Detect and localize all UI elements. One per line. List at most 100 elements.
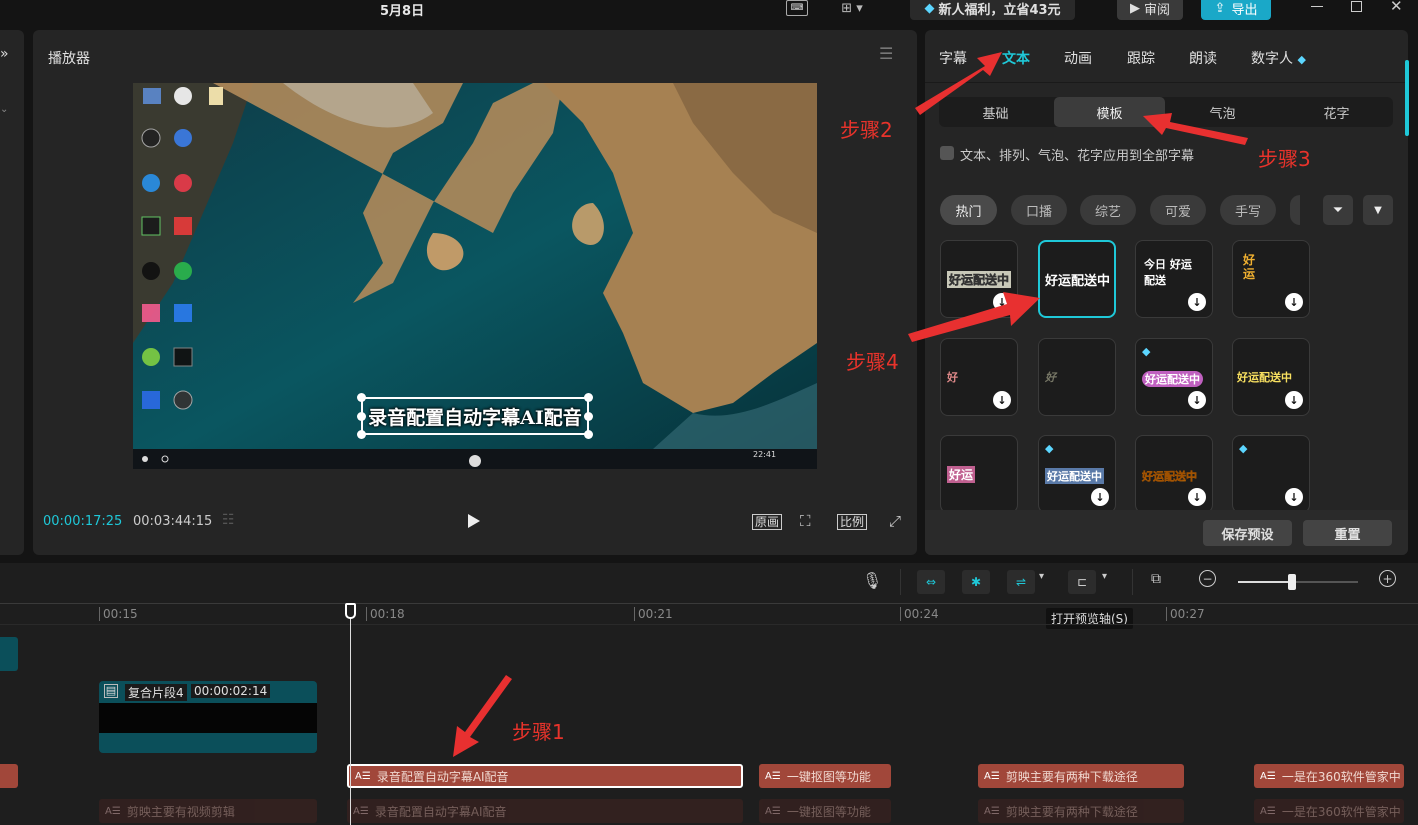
- ghost-text-clip[interactable]: A☰ 剪映主要有视频剪辑: [99, 799, 317, 823]
- template-card[interactable]: 好 运 ↓: [1232, 240, 1310, 318]
- resize-handle[interactable]: [584, 393, 593, 402]
- segment-template[interactable]: 模板: [1054, 97, 1165, 127]
- segment-bubble[interactable]: 气泡: [1166, 97, 1279, 127]
- template-card[interactable]: 好运配送中 ↓: [1232, 338, 1310, 416]
- text-clip[interactable]: A☰ 一是在360软件管家中: [1254, 764, 1404, 788]
- review-button[interactable]: ▶ 审阅: [1117, 0, 1183, 20]
- tab-reading[interactable]: 朗读: [1189, 48, 1217, 68]
- close-icon[interactable]: ✕: [1390, 0, 1403, 15]
- ghost-text-clip[interactable]: A☰ 录音配置自动字幕AI配音: [347, 799, 743, 823]
- export-label: 导出: [1231, 2, 1258, 18]
- chevron-down-icon[interactable]: ▾: [1102, 571, 1107, 582]
- chevron-down-icon[interactable]: ▾: [1039, 571, 1044, 582]
- chevron-down-icon[interactable]: ⌄: [0, 104, 8, 115]
- export-button[interactable]: ⇪ 导出: [1201, 0, 1271, 20]
- apply-all-checkbox[interactable]: [940, 146, 954, 160]
- template-card[interactable]: 好 ↓: [940, 338, 1018, 416]
- text-clip-fragment[interactable]: [0, 764, 18, 788]
- promo-button[interactable]: ◆ 新人福利，立省43元: [910, 0, 1075, 20]
- fit-timeline-icon[interactable]: ⧉: [1151, 571, 1161, 587]
- list-icon[interactable]: ☷: [222, 512, 235, 528]
- template-preview-text: 好运配送中: [1142, 470, 1197, 483]
- template-card[interactable]: 好运: [940, 435, 1018, 513]
- template-preview-text: 好运配送中: [1142, 371, 1203, 387]
- linkage-icon[interactable]: ⇌: [1007, 570, 1035, 594]
- template-card[interactable]: 好运配送中 ↓: [940, 240, 1018, 318]
- minimize-icon[interactable]: [1311, 6, 1323, 7]
- resize-handle[interactable]: [584, 412, 593, 421]
- ghost-text-clip[interactable]: A☰ 剪映主要有两种下载途径: [978, 799, 1184, 823]
- template-card[interactable]: ◆ 好运配送中 ↓: [1135, 338, 1213, 416]
- download-icon[interactable]: ↓: [1188, 391, 1206, 409]
- template-card-selected[interactable]: 好运配送中: [1038, 240, 1116, 318]
- download-icon[interactable]: ↓: [1188, 488, 1206, 506]
- zoom-out-icon[interactable]: −: [1199, 570, 1216, 587]
- ruler-tick: 00:27: [1166, 607, 1205, 621]
- expand-icon[interactable]: »: [0, 46, 9, 62]
- chip-cute[interactable]: 可爱: [1150, 195, 1206, 225]
- menu-icon[interactable]: ☰: [879, 44, 893, 63]
- tab-tracking[interactable]: 跟踪: [1127, 48, 1155, 68]
- original-quality-button[interactable]: 原画: [752, 514, 783, 530]
- template-card[interactable]: 好: [1038, 338, 1116, 416]
- zoom-slider-thumb[interactable]: [1288, 574, 1296, 590]
- chip-speech[interactable]: 口播: [1011, 195, 1067, 225]
- resize-handle[interactable]: [357, 430, 366, 439]
- segment-fancy-text[interactable]: 花字: [1280, 97, 1393, 127]
- save-preset-button[interactable]: 保存预设: [1203, 520, 1292, 546]
- resize-handle[interactable]: [584, 430, 593, 439]
- layout-icon[interactable]: ⊞ ▾: [832, 0, 872, 18]
- chip-hot[interactable]: 热门: [940, 195, 997, 225]
- main-track-magnet-icon[interactable]: ⇔: [917, 570, 945, 594]
- download-icon[interactable]: ↓: [1188, 293, 1206, 311]
- text-clip-label: 录音配置自动字幕AI配音: [376, 769, 509, 784]
- tab-text[interactable]: 文本: [1002, 48, 1030, 68]
- download-icon[interactable]: ↓: [1091, 488, 1109, 506]
- template-card[interactable]: 好运配送中 ↓: [1135, 435, 1213, 513]
- reset-button[interactable]: 重置: [1303, 520, 1392, 546]
- segment-basic[interactable]: 基础: [939, 97, 1052, 127]
- template-card[interactable]: 今日 好运 配送 ↓: [1135, 240, 1213, 318]
- chip-variety[interactable]: 综艺: [1080, 195, 1136, 225]
- scrollbar[interactable]: [1405, 60, 1409, 136]
- play-button[interactable]: [468, 514, 480, 528]
- video-preview[interactable]: 22:41 录音配置自动字幕AI配音: [133, 83, 817, 469]
- text-clip[interactable]: A☰ 一键抠图等功能: [759, 764, 891, 788]
- tab-subtitle[interactable]: 字幕: [939, 48, 967, 68]
- playhead-handle[interactable]: [345, 603, 356, 619]
- fullscreen-icon[interactable]: ⤢: [889, 512, 901, 530]
- resize-handle[interactable]: [357, 393, 366, 402]
- resize-handle[interactable]: [357, 412, 366, 421]
- video-clip-fragment[interactable]: [0, 637, 18, 671]
- text-clip[interactable]: A☰ 剪映主要有两种下载途径: [978, 764, 1184, 788]
- ratio-button[interactable]: 比例: [837, 514, 868, 530]
- compound-clip[interactable]: ▤ 复合片段4 00:00:02:14: [99, 681, 317, 753]
- restore-icon[interactable]: [1351, 1, 1362, 12]
- text-clip-label: 一是在360软件管家中: [1281, 769, 1401, 784]
- preview-axis-icon[interactable]: ⊏: [1068, 570, 1096, 594]
- download-icon[interactable]: ↓: [993, 293, 1011, 311]
- ghost-text-clip[interactable]: A☰ 一键抠图等功能: [759, 799, 891, 823]
- snap-icon[interactable]: ✱: [962, 570, 990, 594]
- zoom-fit-icon[interactable]: ⛶: [800, 512, 811, 530]
- chip-handwriting[interactable]: 手写: [1220, 195, 1276, 225]
- chip-more[interactable]: [1290, 195, 1300, 225]
- microphone-icon[interactable]: 🎙: [862, 571, 882, 590]
- keyboard-icon[interactable]: ⌨: [786, 0, 808, 16]
- ghost-text-clip[interactable]: A☰ 一是在360软件管家中: [1254, 799, 1404, 823]
- template-card[interactable]: ◆ 好运配送中 ↓: [1038, 435, 1116, 513]
- text-clip-selected[interactable]: A☰ 录音配置自动字幕AI配音: [347, 764, 743, 788]
- tab-animation[interactable]: 动画: [1064, 48, 1092, 68]
- subtitle-box[interactable]: 录音配置自动字幕AI配音: [357, 393, 593, 439]
- zoom-in-icon[interactable]: +: [1379, 570, 1396, 587]
- download-icon[interactable]: ↓: [1285, 293, 1303, 311]
- download-icon[interactable]: ↓: [993, 391, 1011, 409]
- download-icon[interactable]: ↓: [1285, 391, 1303, 409]
- template-card[interactable]: ◆ ↓: [1232, 435, 1310, 513]
- download-icon[interactable]: ↓: [1285, 488, 1303, 506]
- time-ruler[interactable]: [0, 603, 1418, 625]
- compound-clip-icon: ▤: [104, 684, 118, 698]
- tab-digital-human[interactable]: 数字人 ◆: [1251, 48, 1306, 68]
- expand-dropdown-button[interactable]: ▼: [1363, 195, 1393, 225]
- filter-button[interactable]: ⏷: [1323, 195, 1353, 225]
